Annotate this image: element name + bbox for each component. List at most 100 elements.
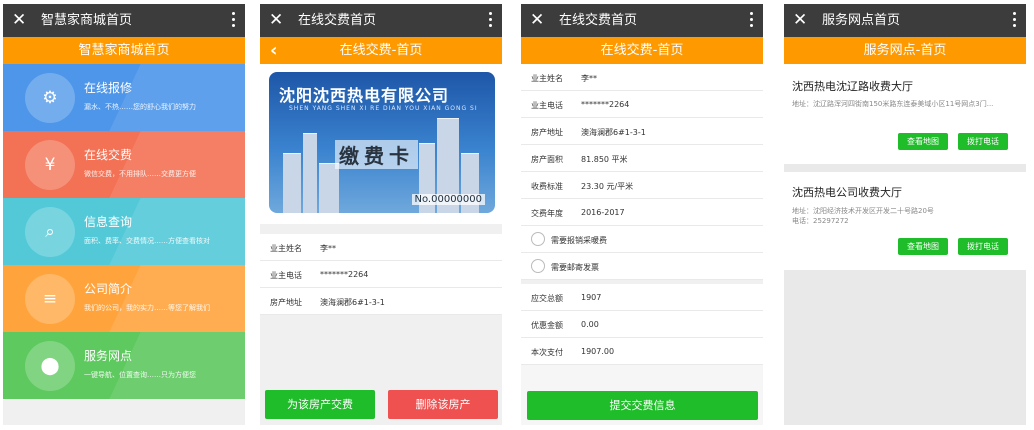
wechat-topbar: ✕ 服务网点首页: [784, 4, 1026, 37]
menu-subtitle: 面积、费率、交费情况……方便查看核对: [84, 237, 210, 245]
info-row: 房产地址 澳海澜郡6#1-3-1: [260, 288, 502, 315]
menu-title: 信息查询: [84, 215, 133, 229]
payment-screen: ✕ 在线交费首页 ‹ 在线交费-首页 沈阳沈西热电有限公司 SHEN YANG …: [260, 4, 502, 425]
card-area: 沈阳沈西热电有限公司 SHEN YANG SHEN XI RE DIAN YOU…: [260, 64, 502, 224]
menu-icon: ≡: [42, 289, 58, 309]
option-label: 需要邮寄发票: [551, 263, 599, 272]
row-label: 应交总额: [531, 294, 563, 303]
row-value: 2016-2017: [581, 208, 625, 217]
card-company-english: SHEN YANG SHEN XI RE DIAN YOU XIAN GONG …: [289, 105, 478, 112]
row-label: 房产地址: [531, 128, 563, 137]
menu-item[interactable]: ¥ 在线交费 微信交费，不用排队……交费更方便: [3, 131, 245, 198]
payment-card-image: 沈阳沈西热电有限公司 SHEN YANG SHEN XI RE DIAN YOU…: [269, 72, 495, 213]
topbar-title: 服务网点首页: [822, 13, 901, 28]
menu-title: 公司简介: [84, 282, 133, 296]
row-value: 澳海澜郡6#1-3-1: [581, 128, 646, 137]
view-map-button[interactable]: 查看地图: [898, 238, 948, 255]
page-header-title: 在线交费-首页: [339, 43, 423, 58]
menu-title: 在线报修: [84, 81, 133, 95]
more-icon[interactable]: [486, 9, 494, 31]
card-company: 沈阳沈西热电有限公司: [279, 86, 450, 105]
view-map-button[interactable]: 查看地图: [898, 133, 948, 150]
amount-row: 应交总额 1907: [521, 284, 763, 311]
service-screen: ✕ 服务网点首页 服务网点-首页 沈西热电沈辽路收费大厅 地址：沈辽路浑河四街南…: [784, 4, 1026, 425]
site-address: 地址：沈辽路浑河四街南150米路东连泰美域小区11号网点3门...: [792, 100, 994, 108]
info-row: 房产面积 81.850 平米: [521, 145, 763, 172]
service-site: 沈西热电公司收费大厅 地址：沈阳经济技术开发区开发二十号路20号 电话：2529…: [784, 172, 1026, 270]
building-shape: [283, 153, 301, 213]
building-shape: [319, 163, 339, 213]
menu-item[interactable]: ⬤ 服务网点一键导航、位置查询……只为方便您: [3, 332, 245, 399]
row-label: 业主姓名: [531, 74, 563, 83]
info-row: 房产地址 澳海澜郡6#1-3-1: [521, 118, 763, 145]
row-value: 1907: [581, 293, 602, 302]
menu-subtitle: 漏水、不热……您的舒心我们的努力: [84, 103, 196, 111]
radio-circle[interactable]: [531, 259, 545, 273]
topbar-title: 在线交费首页: [298, 13, 377, 28]
more-icon[interactable]: [1010, 9, 1018, 31]
info-row: 交费年度 2016-2017: [521, 199, 763, 226]
info-row: 业主姓名 李**: [521, 64, 763, 91]
menu-icon: ¥: [44, 155, 56, 175]
call-button[interactable]: 拨打电话: [958, 238, 1008, 255]
menu-icon: ⬤: [40, 356, 60, 376]
close-icon[interactable]: ✕: [269, 9, 283, 31]
menu-icon: ⚙: [42, 88, 58, 108]
row-label: 业主电话: [270, 271, 302, 280]
row-label: 收费标准: [531, 182, 563, 191]
close-icon[interactable]: ✕: [12, 9, 26, 31]
row-value: 李**: [581, 74, 597, 83]
decoration: [109, 265, 245, 332]
info-row: 业主姓名 李**: [260, 234, 502, 261]
main-menu: ⚙ 在线报修漏水、不热……您的舒心我们的努力 ¥ 在线交费 微信交费，不用排队……交费更…: [3, 64, 245, 399]
back-icon[interactable]: ‹: [270, 37, 277, 64]
owner-info: 业主姓名 李** 业主电话 *******2264 房产地址 澳海澜郡6#1-3-1: [260, 234, 502, 315]
decoration: [109, 332, 245, 399]
menu-icon: ⌕: [45, 222, 55, 242]
option-row[interactable]: 需要邮寄发票: [521, 253, 763, 280]
menu-item[interactable]: ⚙ 在线报修漏水、不热……您的舒心我们的努力: [3, 64, 245, 131]
site-address: 地址：沈阳经济技术开发区开发二十号路20号: [792, 207, 934, 215]
radio-circle[interactable]: [531, 232, 545, 246]
pay-button[interactable]: 为该房产交费: [265, 390, 375, 419]
more-icon[interactable]: [229, 9, 237, 31]
wechat-topbar: ✕ 在线交费首页: [521, 4, 763, 37]
row-value: 81.850 平米: [581, 155, 628, 164]
site-name: 沈西热电公司收费大厅: [792, 186, 902, 199]
close-icon[interactable]: ✕: [793, 9, 807, 31]
submit-button[interactable]: 提交交费信息: [527, 391, 758, 420]
page-header: ‹ 在线交费-首页: [260, 37, 502, 64]
row-value: *******2264: [320, 270, 369, 279]
option-row[interactable]: 需要报销采暖费: [521, 226, 763, 253]
menu-subtitle: 微信交费，不用排队……交费更方便: [84, 170, 196, 178]
decoration: [109, 64, 245, 131]
wechat-topbar: ✕ 智慧家商城首页: [3, 4, 245, 37]
menu-title: 服务网点: [84, 349, 133, 363]
service-site: 沈西热电沈辽路收费大厅 地址：沈辽路浑河四街南150米路东连泰美域小区11号网点…: [784, 64, 1026, 164]
page-header: 在线交费-首页: [521, 37, 763, 64]
row-label: 房产地址: [270, 298, 302, 307]
row-value: 澳海澜郡6#1-3-1: [320, 298, 385, 307]
row-label: 房产面积: [531, 155, 563, 164]
info-row: 业主电话 *******2264: [521, 91, 763, 118]
mall-screen: ✕ 智慧家商城首页 智慧家商城首页 ⚙ 在线报修 漏水、不热……您的舒心我们的努力 ¥…: [3, 4, 245, 425]
row-label: 业主姓名: [270, 244, 302, 253]
menu-subtitle: 我们的公司，我的实力……等您了解我们: [84, 304, 210, 312]
delete-button[interactable]: 删除该房产: [388, 390, 498, 419]
row-label: 优惠金额: [531, 321, 563, 330]
more-icon[interactable]: [747, 9, 755, 31]
row-value: 0.00: [581, 320, 599, 329]
menu-item[interactable]: ⌕ 信息查询面积、费率、交费情况……方便查看核对: [3, 198, 245, 265]
site-phone: 电话：25297272: [792, 217, 849, 225]
option-label: 需要报销采暖费: [551, 236, 607, 245]
call-button[interactable]: 拨打电话: [958, 133, 1008, 150]
info-row: 收费标准 23.30 元/平米: [521, 172, 763, 199]
menu-subtitle: 一键导航、位置查询……只为方便您: [84, 371, 196, 379]
decoration: [109, 131, 245, 198]
amount-row: 优惠金额 0.00: [521, 311, 763, 338]
info-row: 业主电话 *******2264: [260, 261, 502, 288]
row-value: 23.30 元/平米: [581, 182, 634, 191]
menu-item[interactable]: ≡ 公司简介我们的公司，我的实力……等您了解我们: [3, 265, 245, 332]
close-icon[interactable]: ✕: [530, 9, 544, 31]
card-number: No.00000000: [411, 194, 485, 205]
